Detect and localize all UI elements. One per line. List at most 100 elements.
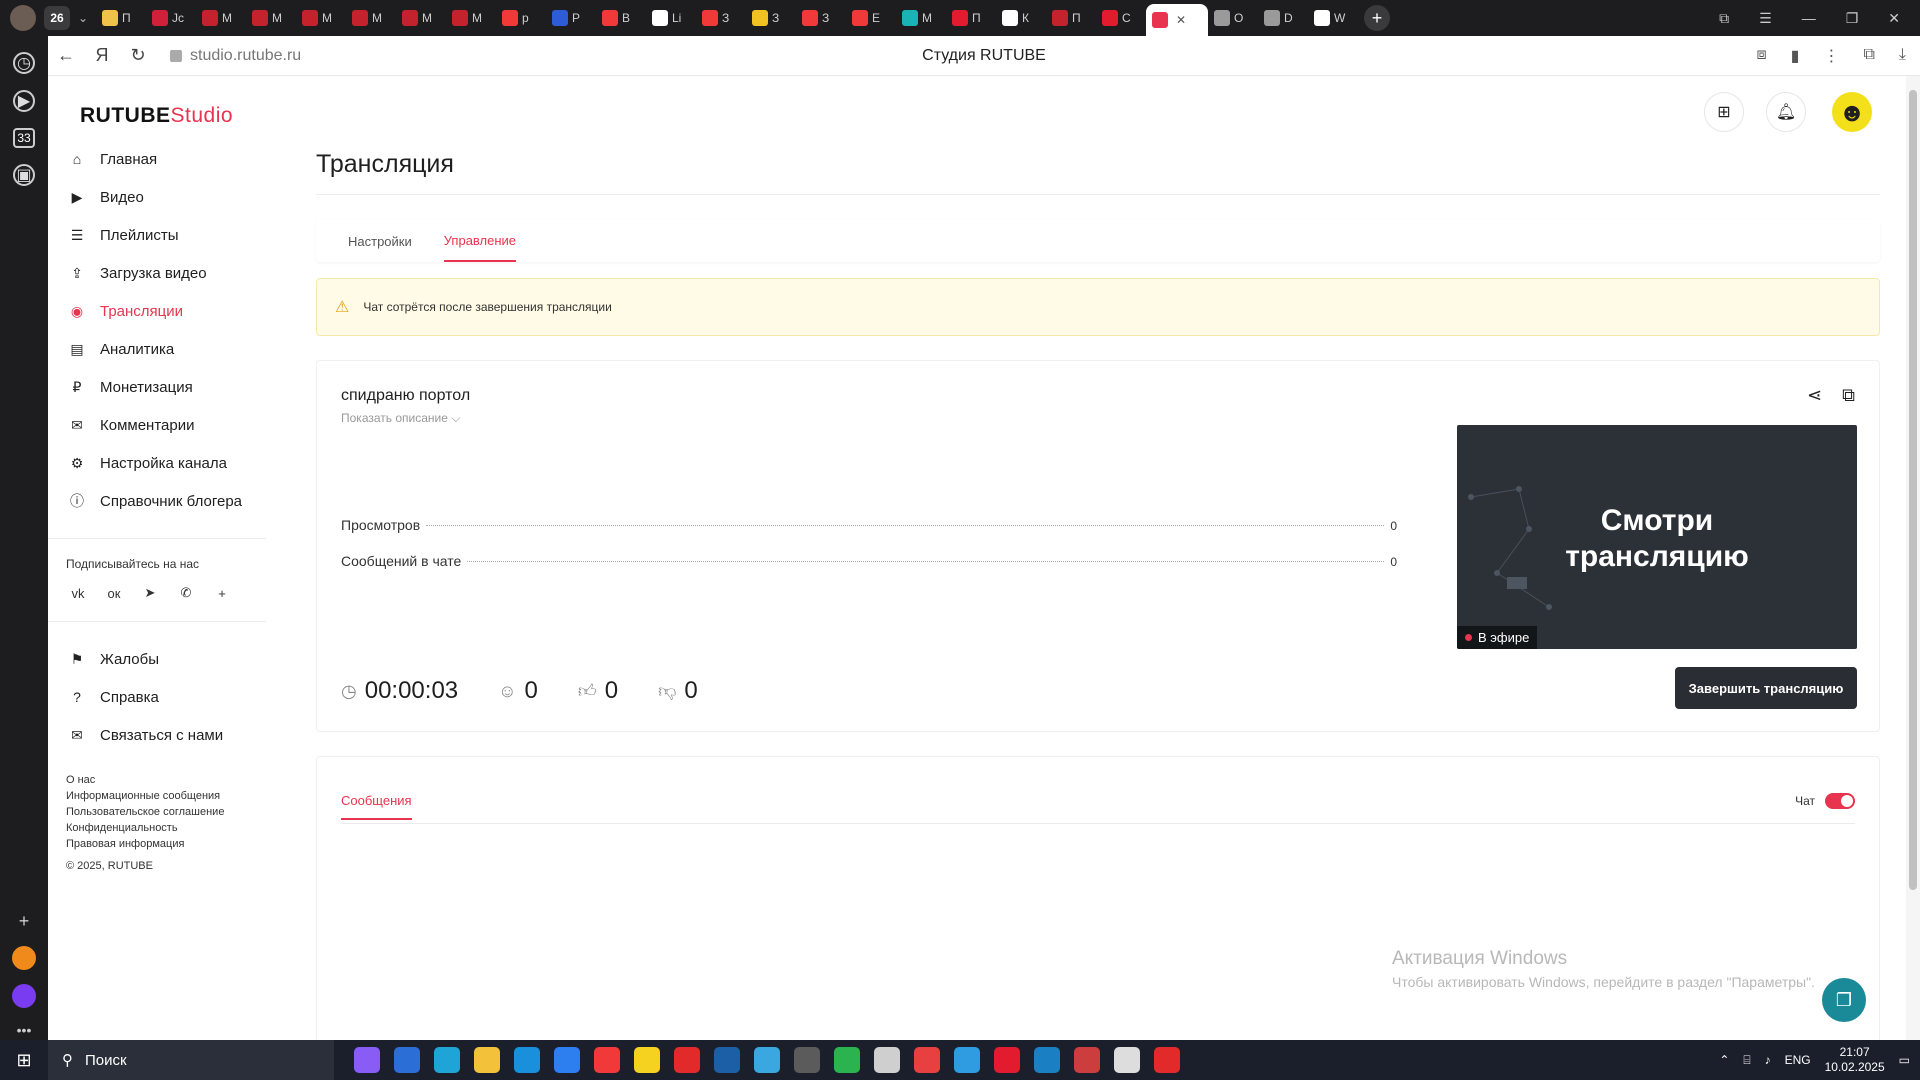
taskbar-app-icon[interactable] [754,1047,780,1073]
close-tab-icon[interactable]: ✕ [1176,13,1186,27]
show-description-link[interactable]: Показать описание ⌵ [341,411,460,426]
tray-chevron-icon[interactable]: ⌃ [1719,1053,1729,1067]
taskbar-clock[interactable]: 21:07 10.02.2025 [1825,1045,1885,1075]
footer-link[interactable]: О нас [66,772,266,788]
url-field[interactable]: studio.rutube.ru [170,47,301,65]
taskbar-app-icon[interactable] [794,1047,820,1073]
sidebar-item[interactable]: ⌂ Главная [48,140,266,178]
more-panels-icon[interactable]: ••• [17,1022,32,1038]
taskbar-app-icon[interactable] [554,1047,580,1073]
taskbar-app-icon[interactable] [834,1047,860,1073]
browser-tab[interactable]: П [1046,4,1096,32]
sidebar-item[interactable]: ☰ Плейлисты [48,216,266,254]
tab-management[interactable]: Управление [443,220,517,262]
footer-link[interactable]: Информационные сообщения [66,788,266,804]
video-player-icon[interactable]: ▶ [13,90,35,112]
taskbar-app-icon[interactable] [594,1047,620,1073]
yandex-icon[interactable]: Я [84,38,120,74]
sidebar-item[interactable]: ✉ Связаться с нами [48,716,266,754]
reload-button[interactable]: ↻ [120,38,156,74]
app-orange-icon[interactable] [12,946,36,970]
back-button[interactable]: ← [48,38,84,74]
taskbar-app-icon[interactable] [354,1047,380,1073]
page-scrollbar[interactable] [1906,76,1920,1040]
add-panel-icon[interactable]: + [19,911,30,932]
menu-icon[interactable]: ☰ [1759,10,1772,27]
telegram-icon[interactable]: ➤ [140,583,160,603]
taskbar-app-icon[interactable] [514,1047,540,1073]
footer-link[interactable]: Конфиденциальность [66,820,266,836]
taskbar-app-icon[interactable] [474,1047,500,1073]
alice-icon[interactable] [12,984,36,1008]
browser-tab[interactable]: М [396,4,446,32]
sidebar-item[interactable]: ? Справка [48,678,266,716]
notifications-bell-icon[interactable]: 🔔︎ [1766,92,1806,132]
open-external-icon[interactable]: ⧉ [1842,385,1855,406]
volume-icon[interactable]: ♪ [1765,1053,1771,1067]
browser-tab[interactable]: К [996,4,1046,32]
browser-tab[interactable]: З [746,4,796,32]
vk-icon[interactable]: vk [68,583,88,603]
viber-icon[interactable]: ✆ [176,583,196,603]
taskbar-app-icon[interactable] [434,1047,460,1073]
taskbar-app-icon[interactable] [634,1047,660,1073]
browser-tab[interactable]: р [496,4,546,32]
sidebar-item[interactable]: ⚑ Жалобы [48,640,266,678]
user-avatar[interactable]: ☻ [1832,92,1872,132]
browser-tab[interactable]: П [946,4,996,32]
sidebar-item[interactable]: ⇪ Загрузка видео [48,254,266,292]
minimize-button[interactable]: — [1802,10,1816,26]
share-icon[interactable]: ⋖ [1807,385,1822,406]
taskbar-app-icon[interactable] [674,1047,700,1073]
browser-tab[interactable]: М [446,4,496,32]
rutube-studio-logo[interactable]: RUTUBEStudio [80,104,233,128]
collections-icon[interactable]: ⧉ [1719,10,1729,27]
history-icon[interactable]: ◷ [13,52,35,74]
end-stream-button[interactable]: Завершить трансляцию [1675,667,1857,709]
notifications-icon[interactable]: ▭ [1899,1053,1910,1067]
browser-tab[interactable]: О [1208,4,1258,32]
new-tab-button[interactable]: + [1364,5,1390,31]
chat-toggle[interactable] [1825,793,1855,809]
network-icon[interactable]: ⌸ [1743,1053,1750,1068]
browser-tab[interactable]: В [596,4,646,32]
taskbar-app-icon[interactable] [1034,1047,1060,1073]
footer-link[interactable]: Пользовательское соглашение [66,804,266,820]
sidebar-item[interactable]: ▶ Видео [48,178,266,216]
translate-icon[interactable]: ⧈ [1756,46,1766,66]
sidebar-item[interactable]: ✉ Комментарии [48,406,266,444]
browser-tab[interactable]: З [796,4,846,32]
taskbar-app-icon[interactable] [914,1047,940,1073]
more-icon[interactable]: + [212,583,232,603]
browser-tab[interactable]: Р [546,4,596,32]
odnoklassniki-icon[interactable]: ок [104,583,124,603]
profile-avatar[interactable] [10,5,36,31]
browser-tab[interactable]: П [96,4,146,32]
browser-tab[interactable]: E [846,4,896,32]
scrollbar-thumb[interactable] [1909,90,1917,890]
gallery-icon[interactable]: ▣ [13,164,35,186]
taskbar-search[interactable]: ⚲ Поиск [48,1040,334,1080]
sidebar-item[interactable]: ⚙ Настройка канала [48,444,266,482]
taskbar-app-icon[interactable] [714,1047,740,1073]
tab-list-chevron-icon[interactable]: ⌄ [70,11,96,25]
browser-tab[interactable]: М [196,4,246,32]
taskbar-app-icon[interactable] [954,1047,980,1073]
sidebar-item[interactable]: ₽ Монетизация [48,368,266,406]
language-indicator[interactable]: ENG [1785,1053,1811,1067]
browser-tab[interactable]: W [1308,4,1358,32]
support-chat-button[interactable]: ❐ [1822,978,1866,1022]
sidebar-item[interactable]: ⓘ Справочник блогера [48,482,266,520]
taskbar-app-icon[interactable] [874,1047,900,1073]
footer-link[interactable]: Правовая информация [66,836,266,852]
tab-count-badge[interactable]: 26 [44,6,70,30]
tab-settings[interactable]: Настройки [348,220,412,262]
browser-tab[interactable]: М [296,4,346,32]
maximize-button[interactable]: ❐ [1846,10,1859,27]
sidebar-item[interactable]: ◉ Трансляции [48,292,266,330]
browser-tab[interactable]: М [346,4,396,32]
close-window-button[interactable]: ✕ [1888,10,1900,27]
browser-tab[interactable]: З [696,4,746,32]
browser-tab[interactable]: М [246,4,296,32]
taskbar-app-icon[interactable] [994,1047,1020,1073]
